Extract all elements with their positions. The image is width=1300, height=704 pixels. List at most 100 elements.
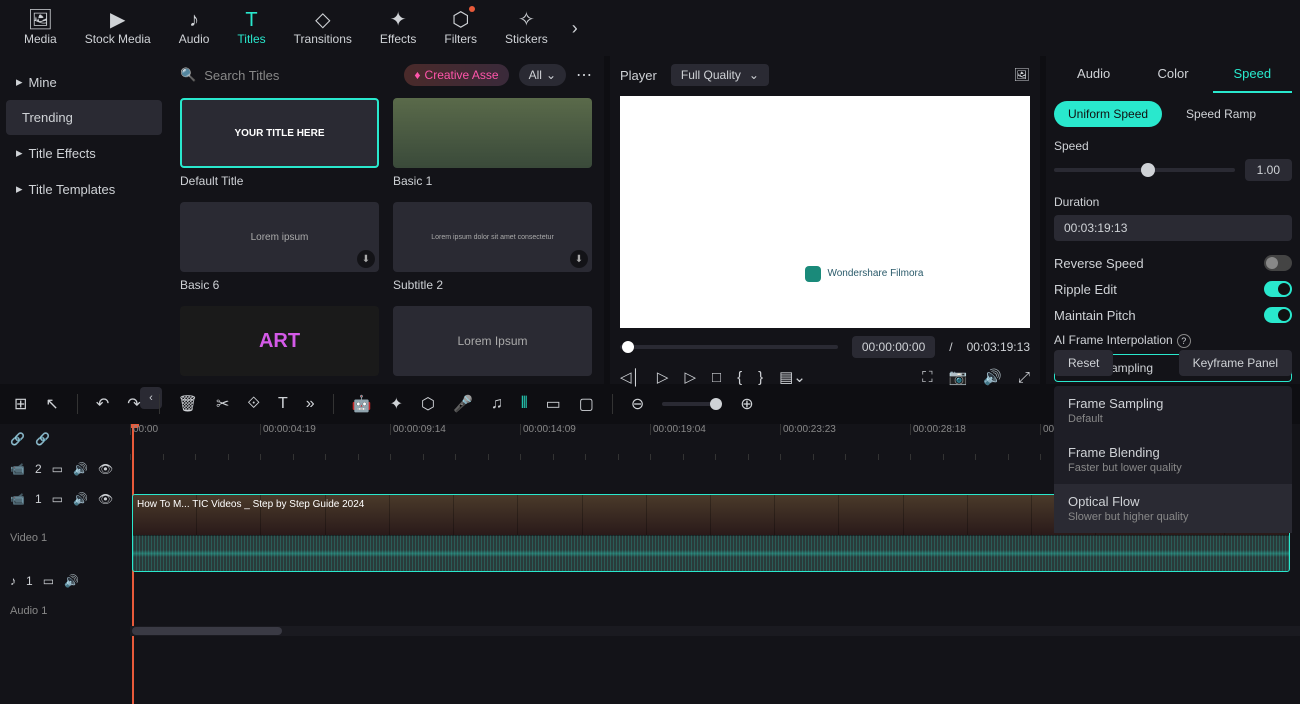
dd-option-frame-blending[interactable]: Frame BlendingFaster but lower quality	[1054, 435, 1292, 484]
track-head-video1[interactable]: 📹1▭🔊👁 Video 1	[0, 484, 130, 566]
camera-icon[interactable]: 📷	[949, 368, 968, 386]
tab-speed[interactable]: Speed	[1213, 56, 1292, 93]
title-card[interactable]: Lorem ipsum⬇ Basic 6	[180, 202, 379, 292]
ripple-toggle[interactable]	[1264, 281, 1292, 297]
top-nav: 🖼Media ▶Stock Media ♪Audio TTitles ◇Tran…	[0, 0, 1300, 56]
track-head-v2[interactable]: 📹2▭🔊👁	[0, 454, 130, 484]
fullscreen-icon[interactable]: ⤢	[1018, 369, 1030, 386]
nav-transitions[interactable]: ◇Transitions	[282, 6, 364, 50]
marker-icon[interactable]: ▭	[546, 394, 561, 414]
nav-stickers[interactable]: ✧Stickers	[493, 6, 560, 50]
preview-canvas[interactable]: Wondershare Filmora	[620, 96, 1030, 328]
mute-icon[interactable]: 🔊	[64, 574, 79, 588]
duration-input[interactable]: 00:03:19:13	[1054, 215, 1292, 241]
eye-icon[interactable]: 👁	[98, 462, 113, 476]
download-icon[interactable]: ⬇	[357, 250, 375, 268]
pointer-icon[interactable]: ↖	[45, 394, 58, 414]
sparkle-icon[interactable]: ✦	[390, 394, 403, 414]
nav-effects[interactable]: ✦Effects	[368, 6, 428, 50]
title-thumb: ART	[180, 306, 379, 376]
brace-open-icon[interactable]: {	[737, 369, 742, 386]
lock-icon[interactable]: ▭	[52, 492, 63, 506]
play-rev-icon[interactable]: ▷	[657, 368, 669, 386]
layout-icon[interactable]: ⊞	[14, 394, 27, 414]
subtab-speed-ramp[interactable]: Speed Ramp	[1172, 101, 1270, 127]
undo-icon[interactable]: ↶	[96, 394, 109, 414]
transitions-icon: ◇	[315, 10, 330, 30]
mic-icon[interactable]: 🎤	[453, 394, 473, 414]
zoom-slider[interactable]	[662, 402, 722, 406]
nav-stock-media[interactable]: ▶Stock Media	[73, 6, 163, 50]
reverse-toggle[interactable]	[1264, 255, 1292, 271]
title-card[interactable]: ART	[180, 306, 379, 376]
delete-icon[interactable]: 🗑	[178, 394, 198, 414]
title-card[interactable]: Lorem Ipsum	[393, 306, 592, 376]
title-thumb: Lorem Ipsum	[393, 306, 592, 376]
frame-icon[interactable]: ▢	[579, 394, 594, 414]
zoom-out-icon[interactable]: ⊖	[631, 394, 644, 414]
help-icon[interactable]: ?	[1177, 334, 1191, 348]
label-duration: Duration	[1054, 195, 1292, 209]
sidebar-item-trending[interactable]: Trending	[6, 100, 162, 135]
brace-close-icon[interactable]: }	[758, 369, 763, 386]
shield-icon[interactable]: ⬡	[421, 394, 435, 414]
filter-all-chip[interactable]: All ⌄	[519, 64, 566, 86]
track-head-audio1[interactable]: ♪1▭🔊	[0, 566, 130, 596]
stop-icon[interactable]: □	[712, 369, 721, 386]
h-scrollbar[interactable]	[130, 626, 1300, 636]
creative-assets-chip[interactable]: ♦Creative Asse	[404, 64, 508, 86]
inspector-panel: Audio Color Speed Uniform Speed Speed Ra…	[1046, 56, 1300, 384]
more-menu-icon[interactable]: ⋯	[576, 65, 592, 85]
title-card[interactable]: Basic 1	[393, 98, 592, 188]
dd-option-frame-sampling[interactable]: Frame SamplingDefault	[1054, 386, 1292, 435]
sidebar-item-mine[interactable]: ▸Mine	[0, 64, 168, 100]
subtab-uniform-speed[interactable]: Uniform Speed	[1054, 101, 1162, 127]
more-icon[interactable]: »	[306, 395, 315, 413]
track-head-link[interactable]: 🔗🔗	[0, 424, 130, 454]
reset-button[interactable]: Reset	[1054, 350, 1113, 376]
lock-icon[interactable]: ▭	[52, 462, 63, 476]
title-card[interactable]: Lorem ipsum dolor sit amet consectetur⬇ …	[393, 202, 592, 292]
split-icon[interactable]: ⫴	[521, 395, 528, 413]
pitch-toggle[interactable]	[1264, 307, 1292, 323]
cut-icon[interactable]: ✂	[216, 394, 229, 414]
tab-audio[interactable]: Audio	[1054, 56, 1133, 93]
nav-filters[interactable]: ⬡Filters	[432, 6, 489, 50]
chevron-right-icon: ▸	[16, 145, 23, 161]
mute-icon[interactable]: 🔊	[73, 462, 88, 476]
keyframe-panel-button[interactable]: Keyframe Panel	[1179, 350, 1292, 376]
nav-titles[interactable]: TTitles	[225, 6, 277, 50]
redo-icon[interactable]: ↷	[127, 394, 140, 414]
title-thumb: YOUR TITLE HERE	[180, 98, 379, 168]
speed-value[interactable]: 1.00	[1245, 159, 1292, 181]
nav-scroll-right-icon[interactable]: ›	[572, 18, 578, 39]
scrub-slider[interactable]	[620, 345, 838, 349]
crop-icon[interactable]: ⟐	[247, 395, 260, 413]
duration-time: 00:03:19:13	[967, 340, 1030, 354]
marker-menu-icon[interactable]: ▤⌄	[779, 368, 806, 386]
sidebar-item-title-effects[interactable]: ▸Title Effects	[0, 135, 168, 171]
download-icon[interactable]: ⬇	[570, 250, 588, 268]
sidebar-item-title-templates[interactable]: ▸Title Templates	[0, 171, 168, 207]
lock-icon[interactable]: ▭	[43, 574, 54, 588]
title-card[interactable]: YOUR TITLE HERE Default Title	[180, 98, 379, 188]
snapshot-icon[interactable]: 🖼	[1013, 67, 1030, 83]
play-icon[interactable]: ▷	[684, 368, 696, 386]
text-icon[interactable]: T	[278, 395, 288, 413]
ai-icon[interactable]: 🤖	[352, 394, 372, 414]
mute-icon[interactable]: 🔊	[73, 492, 88, 506]
nav-audio[interactable]: ♪Audio	[167, 6, 222, 50]
search-input[interactable]: 🔍Search Titles	[180, 67, 394, 83]
title-thumb: Lorem ipsum⬇	[180, 202, 379, 272]
eye-icon[interactable]: 👁	[98, 492, 113, 506]
quality-select[interactable]: Full Quality⌄	[671, 64, 769, 86]
prev-frame-icon[interactable]: ◁│	[620, 368, 641, 386]
zoom-in-icon[interactable]: ⊕	[740, 394, 753, 414]
tab-color[interactable]: Color	[1133, 56, 1212, 93]
dd-option-optical-flow[interactable]: Optical FlowSlower but higher quality	[1054, 484, 1292, 533]
nav-media[interactable]: 🖼Media	[12, 6, 69, 50]
display-icon[interactable]: ⛶	[922, 369, 933, 386]
volume-icon[interactable]: 🔊	[983, 368, 1002, 386]
speed-slider[interactable]	[1054, 168, 1235, 172]
music-icon[interactable]: ♫	[491, 395, 503, 413]
